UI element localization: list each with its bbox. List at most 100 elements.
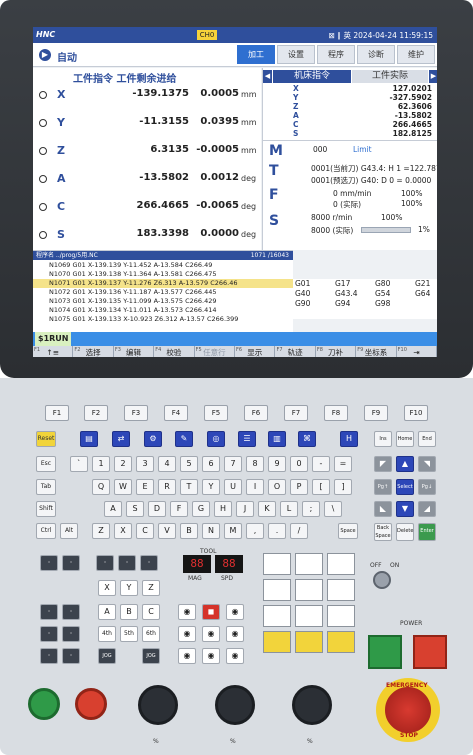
- custom-key[interactable]: [295, 579, 323, 601]
- mode-key-1[interactable]: ·: [40, 555, 58, 571]
- f6-key[interactable]: F6: [244, 405, 268, 421]
- softkey-edit-program[interactable]: F3 编辑程序: [114, 346, 155, 357]
- key-4[interactable]: 4: [158, 456, 176, 472]
- f3-key[interactable]: F3: [124, 405, 148, 421]
- power-on-button[interactable]: [368, 635, 402, 669]
- key-minus[interactable]: -: [312, 456, 330, 472]
- key-period[interactable]: .: [268, 523, 286, 539]
- next-arrow-icon[interactable]: ▶: [429, 70, 437, 83]
- machine-key-4[interactable]: ◉: [178, 626, 196, 642]
- tab-settings[interactable]: 设置: [277, 45, 315, 64]
- key-g[interactable]: G: [192, 501, 210, 517]
- feed-hold-button[interactable]: [75, 688, 107, 720]
- jog-key-2[interactable]: JOG: [142, 648, 160, 664]
- machine-key-6[interactable]: ◉: [226, 626, 244, 642]
- key-8[interactable]: 8: [246, 456, 264, 472]
- key-0[interactable]: 0: [290, 456, 308, 472]
- key-y[interactable]: Y: [202, 479, 220, 495]
- key-e[interactable]: E: [136, 479, 154, 495]
- custom-key-yellow[interactable]: [263, 631, 291, 653]
- end-key[interactable]: End: [418, 431, 436, 447]
- program-line[interactable]: N1075 G01 X-139.133 X-10.923 Z6.312 A-13…: [33, 315, 293, 324]
- machine-key-5[interactable]: ◉: [202, 626, 220, 642]
- axis-key-5th[interactable]: 5th: [120, 626, 138, 642]
- func-key-3[interactable]: ⚙: [144, 431, 162, 447]
- key-w[interactable]: W: [114, 479, 132, 495]
- key-c[interactable]: C: [136, 523, 154, 539]
- key-o[interactable]: O: [268, 479, 286, 495]
- custom-key[interactable]: [327, 579, 355, 601]
- key-slash[interactable]: /: [290, 523, 308, 539]
- f5-key[interactable]: F5: [204, 405, 228, 421]
- f8-key[interactable]: F8: [324, 405, 348, 421]
- f1-key[interactable]: F1: [45, 405, 69, 421]
- hnc-key[interactable]: H: [340, 431, 358, 447]
- custom-key[interactable]: [263, 579, 291, 601]
- reset-key[interactable]: Reset: [36, 431, 56, 447]
- key-u[interactable]: U: [224, 479, 242, 495]
- custom-key-yellow[interactable]: [327, 631, 355, 653]
- rapid-override-knob[interactable]: [215, 685, 255, 725]
- ops-key-4[interactable]: ·: [62, 626, 80, 642]
- emergency-stop-button[interactable]: [382, 684, 434, 736]
- key-comma[interactable]: ,: [246, 523, 264, 539]
- softkey-tool-offset[interactable]: F8 刀补: [316, 346, 357, 357]
- key-i[interactable]: I: [246, 479, 264, 495]
- key-z[interactable]: Z: [92, 523, 110, 539]
- cycle-start-button[interactable]: [28, 688, 60, 720]
- custom-key[interactable]: [263, 605, 291, 627]
- alt-key[interactable]: Alt: [60, 523, 78, 539]
- ins-key[interactable]: Ins: [374, 431, 392, 447]
- custom-key[interactable]: [327, 605, 355, 627]
- jog-key-1[interactable]: JOG: [98, 648, 116, 664]
- ops-key-6[interactable]: ·: [62, 648, 80, 664]
- tab-maintenance[interactable]: 维护: [397, 45, 435, 64]
- f2-key[interactable]: F2: [84, 405, 108, 421]
- power-off-button[interactable]: [413, 635, 447, 669]
- key-p[interactable]: P: [290, 479, 308, 495]
- program-line[interactable]: N1072 G01 X-139.136 Y-11.187 A-13.577 C2…: [33, 288, 293, 297]
- tab-workpiece-actual[interactable]: 工件实际: [352, 70, 428, 83]
- ops-key-2[interactable]: ·: [62, 604, 80, 620]
- softkey-up-menu[interactable]: F1 ↑≡: [33, 346, 74, 357]
- key-bracket-open[interactable]: [: [312, 479, 330, 495]
- arrow-up-left-key[interactable]: ◤: [374, 456, 392, 472]
- arrow-down-left-key[interactable]: ◣: [374, 501, 392, 517]
- key-b[interactable]: B: [180, 523, 198, 539]
- key-7[interactable]: 7: [224, 456, 242, 472]
- arrow-up-right-key[interactable]: ◥: [418, 456, 436, 472]
- key-semicolon[interactable]: ;: [302, 501, 320, 517]
- delete-key[interactable]: Delete: [396, 523, 414, 541]
- key-n[interactable]: N: [202, 523, 220, 539]
- machine-key-2[interactable]: ◼: [202, 604, 220, 620]
- key-switch[interactable]: [373, 571, 391, 589]
- home-key[interactable]: Home: [396, 431, 414, 447]
- tab-key[interactable]: Tab: [36, 479, 56, 495]
- key-m[interactable]: M: [224, 523, 242, 539]
- key-k[interactable]: K: [258, 501, 276, 517]
- page-up-key[interactable]: Pg↑: [374, 479, 392, 495]
- mode-key-2[interactable]: ·: [62, 555, 80, 571]
- key-v[interactable]: V: [158, 523, 176, 539]
- key-3[interactable]: 3: [136, 456, 154, 472]
- func-key-2[interactable]: ⇄: [112, 431, 130, 447]
- f9-key[interactable]: F9: [364, 405, 388, 421]
- softkey-verify[interactable]: F4 校验: [154, 346, 195, 357]
- key-bracket-close[interactable]: ]: [334, 479, 352, 495]
- softkey-next-menu[interactable]: F10 ⇥: [397, 346, 437, 357]
- axis-key-a[interactable]: A: [98, 604, 116, 620]
- key-1[interactable]: 1: [92, 456, 110, 472]
- key-j[interactable]: J: [236, 501, 254, 517]
- tab-machine-command[interactable]: 机床指令: [273, 70, 351, 83]
- key-x[interactable]: X: [114, 523, 132, 539]
- custom-key[interactable]: [327, 553, 355, 575]
- esc-key[interactable]: Esc: [36, 456, 56, 472]
- func-key-5[interactable]: ◎: [207, 431, 225, 447]
- custom-key[interactable]: [263, 553, 291, 575]
- key-a[interactable]: A: [104, 501, 122, 517]
- func-key-1[interactable]: ▤: [80, 431, 98, 447]
- arrow-up-key[interactable]: ▲: [396, 456, 414, 472]
- arrow-down-key[interactable]: ▼: [396, 501, 414, 517]
- softkey-select-program[interactable]: F2 选择程序: [73, 346, 114, 357]
- machine-key-3[interactable]: ◉: [226, 604, 244, 620]
